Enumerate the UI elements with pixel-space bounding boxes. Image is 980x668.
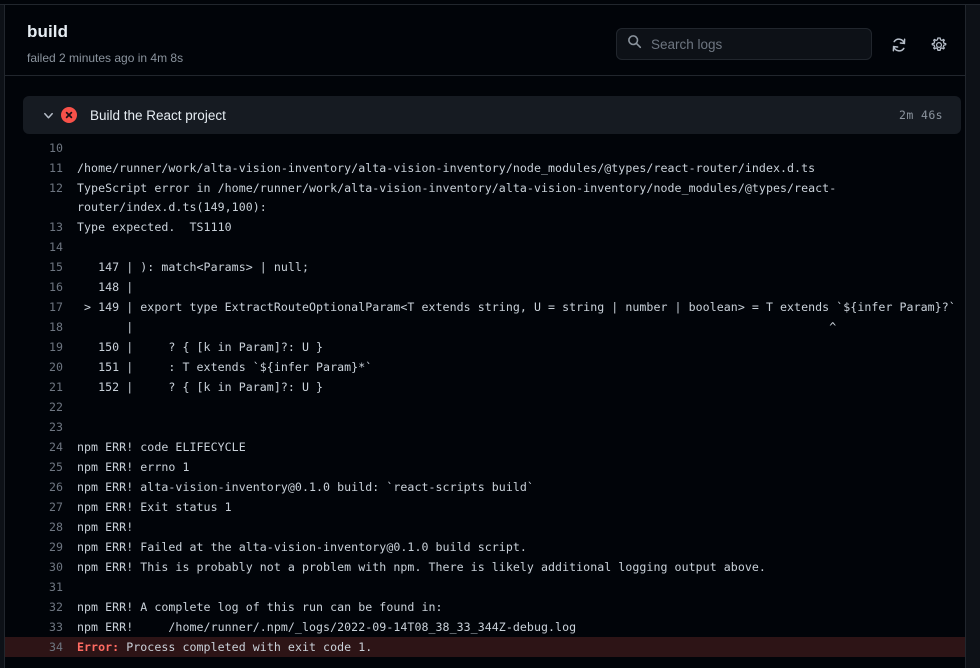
log-line-number: 22 [49, 400, 63, 414]
log-line: 16 148 | [5, 277, 965, 297]
log-line-number: 13 [49, 220, 63, 234]
log-line-text: 151 | : T extends `${infer Param}*` [77, 360, 373, 374]
log-line: 10 [5, 138, 965, 158]
log-line-number: 17 [49, 300, 63, 314]
log-line-number: 19 [49, 340, 63, 354]
log-line-number: 24 [49, 440, 63, 454]
log-line-number: 20 [49, 360, 63, 374]
step-title: Build the React project [90, 107, 226, 123]
log-line-number: 25 [49, 460, 63, 474]
search-icon [627, 34, 642, 54]
log-line: 11/home/runner/work/alta-vision-inventor… [5, 158, 965, 178]
log-line: 15 147 | ): match<Params> | null; [5, 257, 965, 277]
log-line-text: 147 | ): match<Params> | null; [77, 260, 309, 274]
page-title: build [27, 22, 69, 41]
log-line-number: 27 [49, 500, 63, 514]
log-line: 17 > 149 | export type ExtractRouteOptio… [5, 297, 965, 317]
log-line-number: 29 [49, 540, 63, 554]
log-line: 14 [5, 237, 965, 257]
gear-icon[interactable] [930, 36, 948, 54]
log-line-text: 148 | [77, 280, 134, 294]
log-line-text: npm ERR! /home/runner/.npm/_logs/2022-09… [77, 620, 577, 634]
log-line-number: 11 [49, 161, 63, 175]
log-line: 24 npm ERR! code ELIFECYCLE [5, 437, 965, 457]
log-panel: build failed 2 minutes ago in 4m 8s Sear… [4, 5, 966, 668]
log-line-number: 26 [49, 480, 63, 494]
log-line-text: 150 | ? { [k in Param]?: U } [77, 340, 324, 354]
log-line: 33 npm ERR! /home/runner/.npm/_logs/2022-… [5, 617, 965, 637]
log-line: 27 npm ERR! Exit status 1 [5, 497, 965, 517]
log-line: 32 npm ERR! A complete log of this run ca… [5, 597, 965, 617]
chevron-down-icon[interactable] [35, 109, 61, 122]
log-line-text: /home/runner/work/alta-vision-inventory/… [77, 161, 816, 175]
log-viewer-window: ··· ···· ···· ··· ···· ··· ··· ····· ···… [0, 0, 980, 668]
log-line-text: Type expected. TS1110 [77, 220, 232, 234]
log-line-number: 12 [49, 181, 63, 195]
log-line-number: 16 [49, 280, 63, 294]
log-line-number: 32 [49, 600, 63, 614]
log-line-number: 10 [49, 141, 63, 155]
step-header-build-the-react-project[interactable]: Build the React project 2m 46s [23, 96, 961, 134]
log-line-text: | ^ [77, 320, 837, 334]
log-line: 13 Type expected. TS1110 [5, 217, 965, 237]
log-line-text: npm ERR! Failed at the alta-vision-inven… [77, 540, 527, 554]
job-status-text: failed 2 minutes ago in 4m 8s [27, 51, 184, 65]
log-line: 25 npm ERR! errno 1 [5, 457, 965, 477]
log-line: 18 | ^ [5, 317, 965, 337]
log-line-number: 31 [49, 580, 63, 594]
log-line-text: > 149 | export type ExtractRouteOptional… [77, 300, 956, 314]
log-error-message: Process completed with exit code 1. [119, 640, 373, 654]
log-line-number: 34 [49, 640, 63, 654]
x-circle-icon [61, 107, 77, 123]
log-error-tag: Error: [77, 640, 120, 654]
log-line: 21 152 | ? { [k in Param]?: U } [5, 377, 965, 397]
log-line-text: npm ERR! [77, 520, 134, 534]
log-output[interactable]: 10 11/home/runner/work/alta-vision-invent… [5, 138, 965, 668]
log-line-number: 14 [49, 240, 63, 254]
log-line: 26 npm ERR! alta-vision-inventory@0.1.0 b… [5, 477, 965, 497]
log-line-number: 33 [49, 620, 63, 634]
log-line-number: 15 [49, 260, 63, 274]
log-line-number: 23 [49, 420, 63, 434]
search-logs-box[interactable] [616, 28, 872, 60]
log-line-text: Error: Process completed with exit code … [77, 638, 965, 657]
step-duration: 2m 46s [899, 108, 943, 122]
search-input[interactable] [651, 36, 861, 52]
log-line-number: 30 [49, 560, 63, 574]
log-line: 23 [5, 417, 965, 437]
log-line-number: 21 [49, 380, 63, 394]
log-line-number: 18 [49, 320, 63, 334]
log-header: build failed 2 minutes ago in 4m 8s [5, 5, 965, 76]
log-line-text: npm ERR! code ELIFECYCLE [77, 440, 246, 454]
log-line-number: 28 [49, 520, 63, 534]
log-line-text: npm ERR! This is probably not a problem … [77, 560, 766, 574]
log-line-text: 152 | ? { [k in Param]?: U } [77, 380, 324, 394]
log-line: 30 npm ERR! This is probably not a proble… [5, 557, 965, 577]
log-line-text: TypeScript error in /home/runner/work/al… [77, 181, 837, 214]
log-line-text: npm ERR! A complete log of this run can … [77, 600, 443, 614]
log-line: 29 npm ERR! Failed at the alta-vision-inv… [5, 537, 965, 557]
refresh-icon[interactable] [890, 36, 908, 54]
log-line: 22 [5, 397, 965, 417]
log-line-text: npm ERR! Exit status 1 [77, 500, 232, 514]
log-line: 34 Error: Process completed with exit cod… [5, 637, 965, 657]
log-line: 31 [5, 577, 965, 597]
log-line-text: npm ERR! alta-vision-inventory@0.1.0 bui… [77, 480, 534, 494]
log-line: 12 TypeScript error in /home/runner/work/… [5, 178, 965, 217]
log-line: 19 150 | ? { [k in Param]?: U } [5, 337, 965, 357]
log-line: 20 151 | : T extends `${infer Param}*` [5, 357, 965, 377]
log-line-text: npm ERR! errno 1 [77, 460, 190, 474]
log-line: 28 npm ERR! [5, 517, 965, 537]
